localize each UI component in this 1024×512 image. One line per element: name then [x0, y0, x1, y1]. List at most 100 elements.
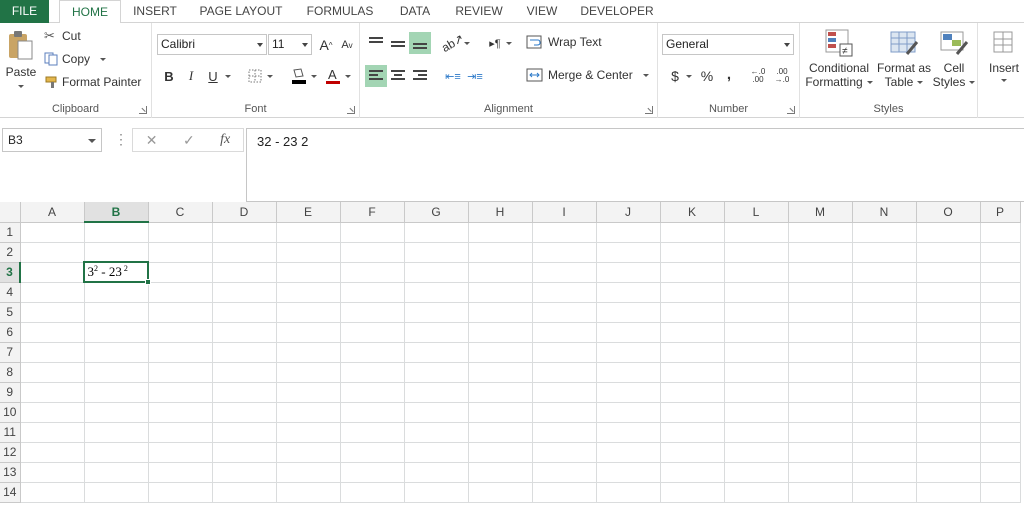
- column-header-a[interactable]: A: [20, 202, 85, 223]
- cell-h10[interactable]: [468, 402, 533, 423]
- cell-b11[interactable]: [84, 422, 149, 443]
- paste-button[interactable]: Paste: [4, 29, 38, 95]
- underline-dropdown-icon[interactable]: [225, 75, 231, 78]
- row-header-8[interactable]: 8: [0, 362, 21, 383]
- cell-g13[interactable]: [404, 462, 469, 483]
- row-header-14[interactable]: 14: [0, 482, 21, 503]
- cell-styles-button[interactable]: Cell Styles: [933, 28, 976, 89]
- formula-bar-grip-icon[interactable]: ⋮: [114, 131, 128, 148]
- cell-h6[interactable]: [468, 322, 533, 343]
- borders-button[interactable]: [244, 65, 266, 87]
- cell-l9[interactable]: [724, 382, 789, 403]
- cell-j9[interactable]: [596, 382, 661, 403]
- align-right-button[interactable]: [409, 65, 431, 87]
- cell-g3[interactable]: [404, 262, 469, 283]
- cell-a11[interactable]: [20, 422, 85, 443]
- cancel-icon[interactable]: ✕: [146, 132, 158, 149]
- cell-j8[interactable]: [596, 362, 661, 383]
- cell-o12[interactable]: [916, 442, 981, 463]
- column-header-c[interactable]: C: [148, 202, 213, 223]
- cell-o9[interactable]: [916, 382, 981, 403]
- cell-p13[interactable]: [980, 462, 1021, 483]
- cell-c5[interactable]: [148, 302, 213, 323]
- cell-n9[interactable]: [852, 382, 917, 403]
- increase-decimal-button[interactable]: ←.0 .00: [746, 65, 770, 87]
- cell-n13[interactable]: [852, 462, 917, 483]
- top-align-button[interactable]: [365, 32, 387, 54]
- cell-l4[interactable]: [724, 282, 789, 303]
- tab-view[interactable]: VIEW: [520, 0, 564, 23]
- italic-button[interactable]: I: [180, 65, 202, 87]
- cell-n6[interactable]: [852, 322, 917, 343]
- cell-d9[interactable]: [212, 382, 277, 403]
- cell-n12[interactable]: [852, 442, 917, 463]
- bold-button[interactable]: B: [158, 65, 180, 87]
- row-header-12[interactable]: 12: [0, 442, 21, 463]
- number-launcher-icon[interactable]: [787, 106, 795, 114]
- row-header-7[interactable]: 7: [0, 342, 21, 363]
- cell-d6[interactable]: [212, 322, 277, 343]
- cell-f5[interactable]: [340, 302, 405, 323]
- column-header-h[interactable]: H: [468, 202, 533, 223]
- cell-k10[interactable]: [660, 402, 725, 423]
- row-header-13[interactable]: 13: [0, 462, 21, 483]
- cell-h4[interactable]: [468, 282, 533, 303]
- cell-j1[interactable]: [596, 222, 661, 243]
- column-header-l[interactable]: L: [724, 202, 789, 223]
- cell-o1[interactable]: [916, 222, 981, 243]
- format-painter-button[interactable]: Format Painter: [44, 75, 141, 89]
- cell-n5[interactable]: [852, 302, 917, 323]
- cell-e10[interactable]: [276, 402, 341, 423]
- cell-o2[interactable]: [916, 242, 981, 263]
- font-size-dropdown[interactable]: 11: [268, 34, 312, 55]
- cell-g1[interactable]: [404, 222, 469, 243]
- cell-j2[interactable]: [596, 242, 661, 263]
- copy-dropdown-icon[interactable]: [100, 57, 107, 61]
- cell-o6[interactable]: [916, 322, 981, 343]
- cell-o11[interactable]: [916, 422, 981, 443]
- cell-k12[interactable]: [660, 442, 725, 463]
- orientation-dropdown-icon[interactable]: [464, 42, 470, 45]
- cell-b9[interactable]: [84, 382, 149, 403]
- column-header-m[interactable]: M: [788, 202, 853, 223]
- column-header-i[interactable]: I: [532, 202, 597, 223]
- copy-button[interactable]: Copy: [44, 52, 107, 66]
- cell-o5[interactable]: [916, 302, 981, 323]
- cell-o8[interactable]: [916, 362, 981, 383]
- bottom-align-button[interactable]: [409, 32, 431, 54]
- cell-d3[interactable]: [212, 262, 277, 283]
- borders-dropdown-icon[interactable]: [267, 75, 273, 78]
- cell-n10[interactable]: [852, 402, 917, 423]
- cell-c14[interactable]: [148, 482, 213, 503]
- cell-m1[interactable]: [788, 222, 853, 243]
- cell-j3[interactable]: [596, 262, 661, 283]
- cell-p12[interactable]: [980, 442, 1021, 463]
- cell-e6[interactable]: [276, 322, 341, 343]
- cell-d4[interactable]: [212, 282, 277, 303]
- cell-h12[interactable]: [468, 442, 533, 463]
- cell-k9[interactable]: [660, 382, 725, 403]
- row-header-2[interactable]: 2: [0, 242, 21, 263]
- insert-button[interactable]: Insert: [986, 28, 1022, 82]
- cell-n14[interactable]: [852, 482, 917, 503]
- cell-m8[interactable]: [788, 362, 853, 383]
- cell-o7[interactable]: [916, 342, 981, 363]
- font-name-dropdown[interactable]: Calibri: [157, 34, 267, 55]
- font-launcher-icon[interactable]: [347, 106, 355, 114]
- cell-i9[interactable]: [532, 382, 597, 403]
- cell-i6[interactable]: [532, 322, 597, 343]
- cell-a6[interactable]: [20, 322, 85, 343]
- cell-o4[interactable]: [916, 282, 981, 303]
- column-header-j[interactable]: J: [596, 202, 661, 223]
- cell-b5[interactable]: [84, 302, 149, 323]
- row-header-4[interactable]: 4: [0, 282, 21, 303]
- shrink-font-button[interactable]: Av: [336, 34, 358, 56]
- cell-p4[interactable]: [980, 282, 1021, 303]
- cell-j7[interactable]: [596, 342, 661, 363]
- cell-i10[interactable]: [532, 402, 597, 423]
- cell-g8[interactable]: [404, 362, 469, 383]
- cell-m2[interactable]: [788, 242, 853, 263]
- grow-font-button[interactable]: A ^: [315, 34, 337, 56]
- cell-l8[interactable]: [724, 362, 789, 383]
- row-header-9[interactable]: 9: [0, 382, 21, 403]
